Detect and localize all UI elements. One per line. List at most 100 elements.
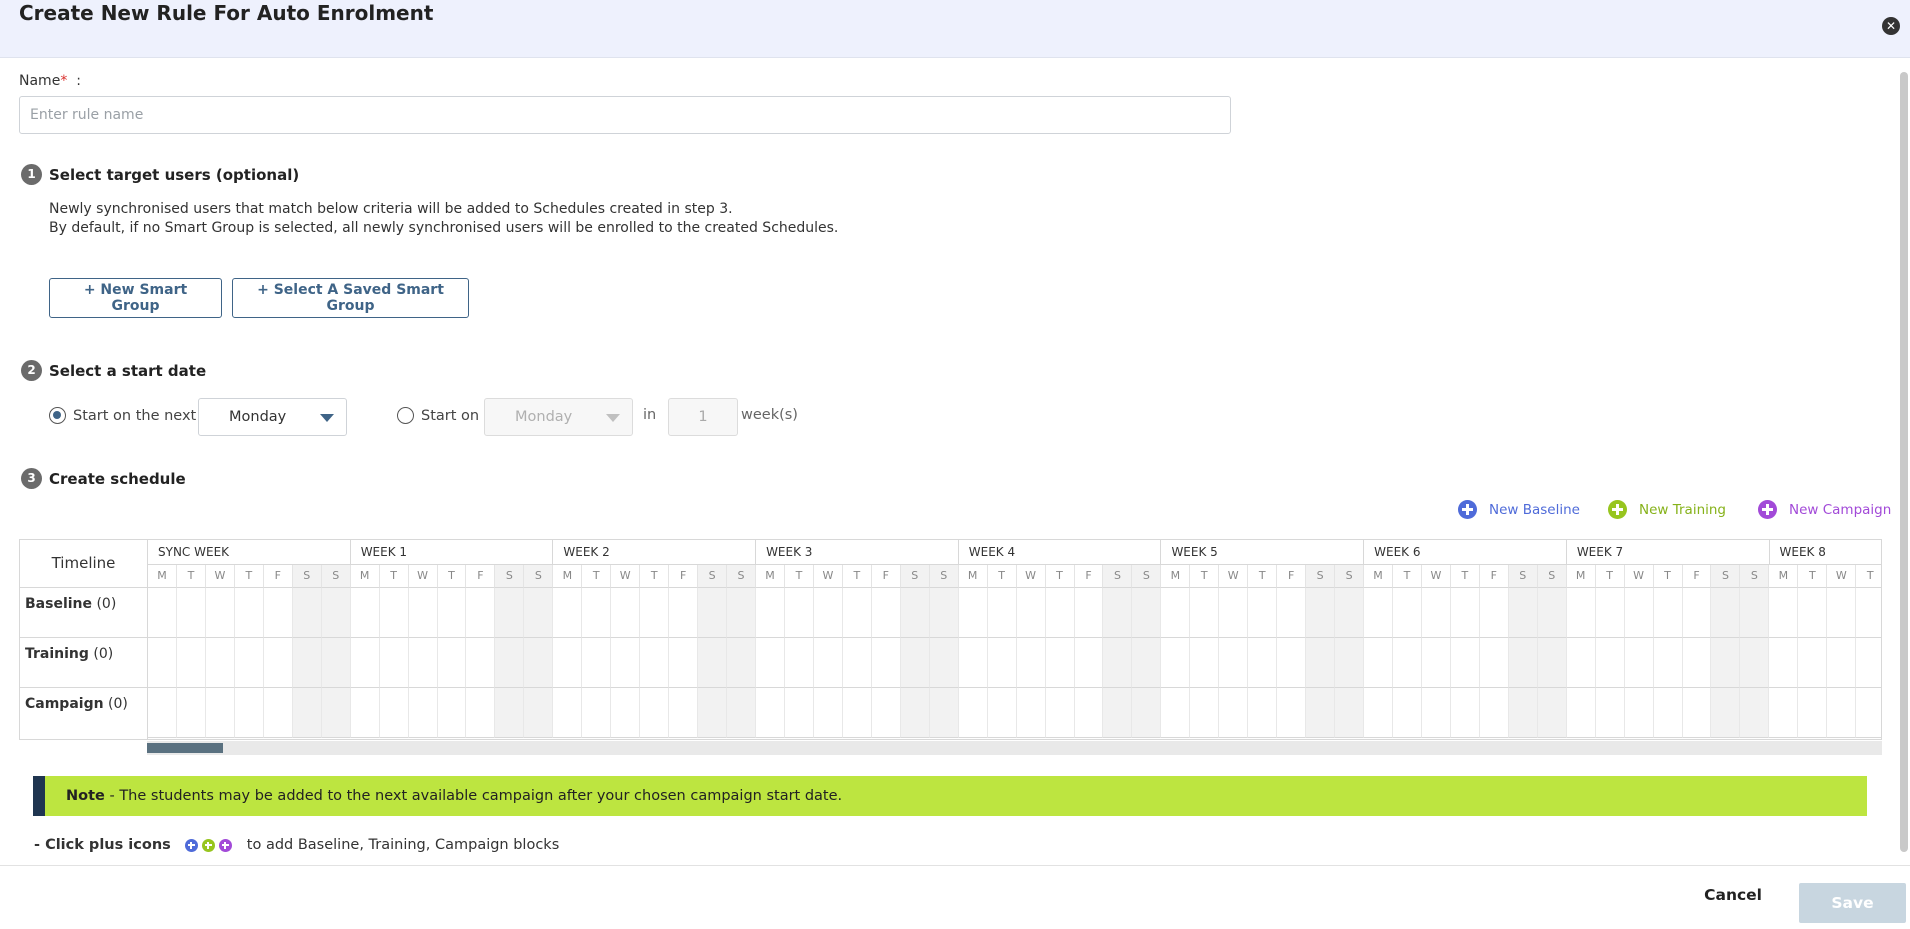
- timeline-cell[interactable]: [756, 688, 785, 738]
- timeline-cell[interactable]: [205, 688, 235, 738]
- timeline-cell[interactable]: [148, 638, 177, 688]
- timeline-cell[interactable]: [1392, 638, 1422, 688]
- timeline-cell[interactable]: [1450, 638, 1480, 688]
- timeline-grid[interactable]: SYNC WEEK WEEK 1 WEEK 2 WEEK 3 WEEK 4 WEEK 5W…: [148, 540, 1881, 739]
- save-button[interactable]: Save: [1799, 883, 1906, 923]
- timeline-cell[interactable]: [1856, 638, 1881, 688]
- start-on-option[interactable]: Start on: [397, 407, 479, 424]
- timeline-cell[interactable]: [1711, 588, 1741, 638]
- timeline-cell[interactable]: [1856, 688, 1881, 738]
- timeline-cell[interactable]: [1277, 638, 1307, 688]
- timeline-cell[interactable]: [379, 588, 409, 638]
- timeline-cell[interactable]: [987, 688, 1017, 738]
- timeline-cell[interactable]: [1421, 638, 1451, 688]
- timeline-cell[interactable]: [1248, 688, 1278, 738]
- start-on-day-select[interactable]: Monday: [484, 398, 633, 436]
- timeline-cell[interactable]: [1508, 638, 1538, 688]
- timeline-cell[interactable]: [1190, 688, 1220, 738]
- timeline-cell[interactable]: [1537, 688, 1567, 738]
- timeline-cell[interactable]: [1682, 688, 1712, 738]
- timeline-cell[interactable]: [379, 638, 409, 688]
- timeline-cell[interactable]: [900, 588, 930, 638]
- vertical-scrollbar[interactable]: [1900, 72, 1908, 852]
- timeline-cell[interactable]: [871, 638, 901, 688]
- timeline-cell[interactable]: [1682, 588, 1712, 638]
- timeline-cell[interactable]: [1624, 638, 1654, 688]
- start-on-next-option[interactable]: Start on the next: [49, 407, 196, 424]
- timeline-cell[interactable]: [176, 588, 206, 638]
- timeline-cell[interactable]: [524, 638, 554, 688]
- timeline-cell[interactable]: [321, 588, 351, 638]
- timeline-cell[interactable]: [1277, 688, 1307, 738]
- timeline-cell[interactable]: [176, 638, 206, 688]
- timeline-cell[interactable]: [321, 638, 351, 688]
- timeline-cell[interactable]: [1074, 638, 1104, 688]
- timeline-cell[interactable]: [234, 638, 264, 688]
- timeline-cell[interactable]: [437, 588, 467, 638]
- timeline-cell[interactable]: [784, 638, 814, 688]
- timeline-cell[interactable]: [1306, 638, 1336, 688]
- timeline-cell[interactable]: [1074, 688, 1104, 738]
- timeline-cell[interactable]: [1190, 638, 1220, 688]
- start-on-next-radio[interactable]: [49, 407, 66, 424]
- timeline-cell[interactable]: [1277, 588, 1307, 638]
- timeline-cell[interactable]: [1479, 688, 1509, 738]
- timeline-cell[interactable]: [1653, 588, 1683, 638]
- timeline-cell[interactable]: [292, 688, 322, 738]
- timeline-cell[interactable]: [871, 688, 901, 738]
- new-baseline-button[interactable]: New Baseline: [1458, 500, 1580, 519]
- timeline-cell[interactable]: [640, 688, 670, 738]
- timeline-cell[interactable]: [1045, 638, 1075, 688]
- timeline-cell[interactable]: [784, 588, 814, 638]
- timeline-cell[interactable]: [784, 688, 814, 738]
- timeline-cell[interactable]: [1306, 588, 1336, 638]
- timeline-cell[interactable]: [669, 688, 699, 738]
- timeline-cell[interactable]: [727, 588, 757, 638]
- timeline-cell[interactable]: [234, 688, 264, 738]
- timeline-cell[interactable]: [205, 638, 235, 688]
- timeline-cell[interactable]: [1219, 588, 1249, 638]
- timeline-cell[interactable]: [1132, 688, 1162, 738]
- timeline-cell[interactable]: [1508, 688, 1538, 738]
- timeline-cell[interactable]: [1364, 688, 1393, 738]
- timeline-cell[interactable]: [929, 588, 959, 638]
- timeline-cell[interactable]: [813, 588, 843, 638]
- timeline-cell[interactable]: [1335, 638, 1365, 688]
- timeline-cell[interactable]: [321, 688, 351, 738]
- timeline-cell[interactable]: [350, 688, 380, 738]
- timeline-horizontal-scrollbar[interactable]: [147, 741, 1882, 755]
- timeline-cell[interactable]: [1711, 638, 1741, 688]
- timeline-cell[interactable]: [1248, 588, 1278, 638]
- timeline-cell[interactable]: [669, 638, 699, 688]
- timeline-cell[interactable]: [437, 688, 467, 738]
- timeline-cell[interactable]: [408, 638, 438, 688]
- timeline-cell[interactable]: [1219, 688, 1249, 738]
- timeline-cell[interactable]: [669, 588, 699, 638]
- timeline-cell[interactable]: [437, 638, 467, 688]
- timeline-cell[interactable]: [1827, 688, 1857, 738]
- cancel-button[interactable]: Cancel: [1704, 886, 1762, 904]
- timeline-cell[interactable]: [1856, 588, 1881, 638]
- timeline-cell[interactable]: [1016, 688, 1046, 738]
- timeline-cell[interactable]: [1537, 588, 1567, 638]
- timeline-cell[interactable]: [1798, 588, 1828, 638]
- timeline-cell[interactable]: [1392, 588, 1422, 638]
- timeline-cell[interactable]: [1769, 688, 1799, 738]
- timeline-cell[interactable]: [1769, 588, 1799, 638]
- timeline-cell[interactable]: [1306, 688, 1336, 738]
- timeline-cell[interactable]: [813, 638, 843, 688]
- timeline-cell[interactable]: [900, 638, 930, 688]
- rule-name-input[interactable]: [19, 96, 1231, 134]
- timeline-cell[interactable]: [1711, 688, 1741, 738]
- timeline-cell[interactable]: [698, 638, 728, 688]
- timeline-cell[interactable]: [495, 688, 525, 738]
- timeline-cell[interactable]: [553, 688, 583, 738]
- timeline-cell[interactable]: [1769, 638, 1799, 688]
- timeline-cell[interactable]: [1074, 588, 1104, 638]
- timeline-cell[interactable]: [698, 688, 728, 738]
- timeline-cell[interactable]: [1827, 588, 1857, 638]
- timeline-cell[interactable]: [611, 588, 641, 638]
- timeline-cell[interactable]: [1595, 688, 1625, 738]
- timeline-cell[interactable]: [1016, 638, 1046, 688]
- select-saved-smart-group-button[interactable]: + Select A Saved Smart Group: [232, 278, 469, 318]
